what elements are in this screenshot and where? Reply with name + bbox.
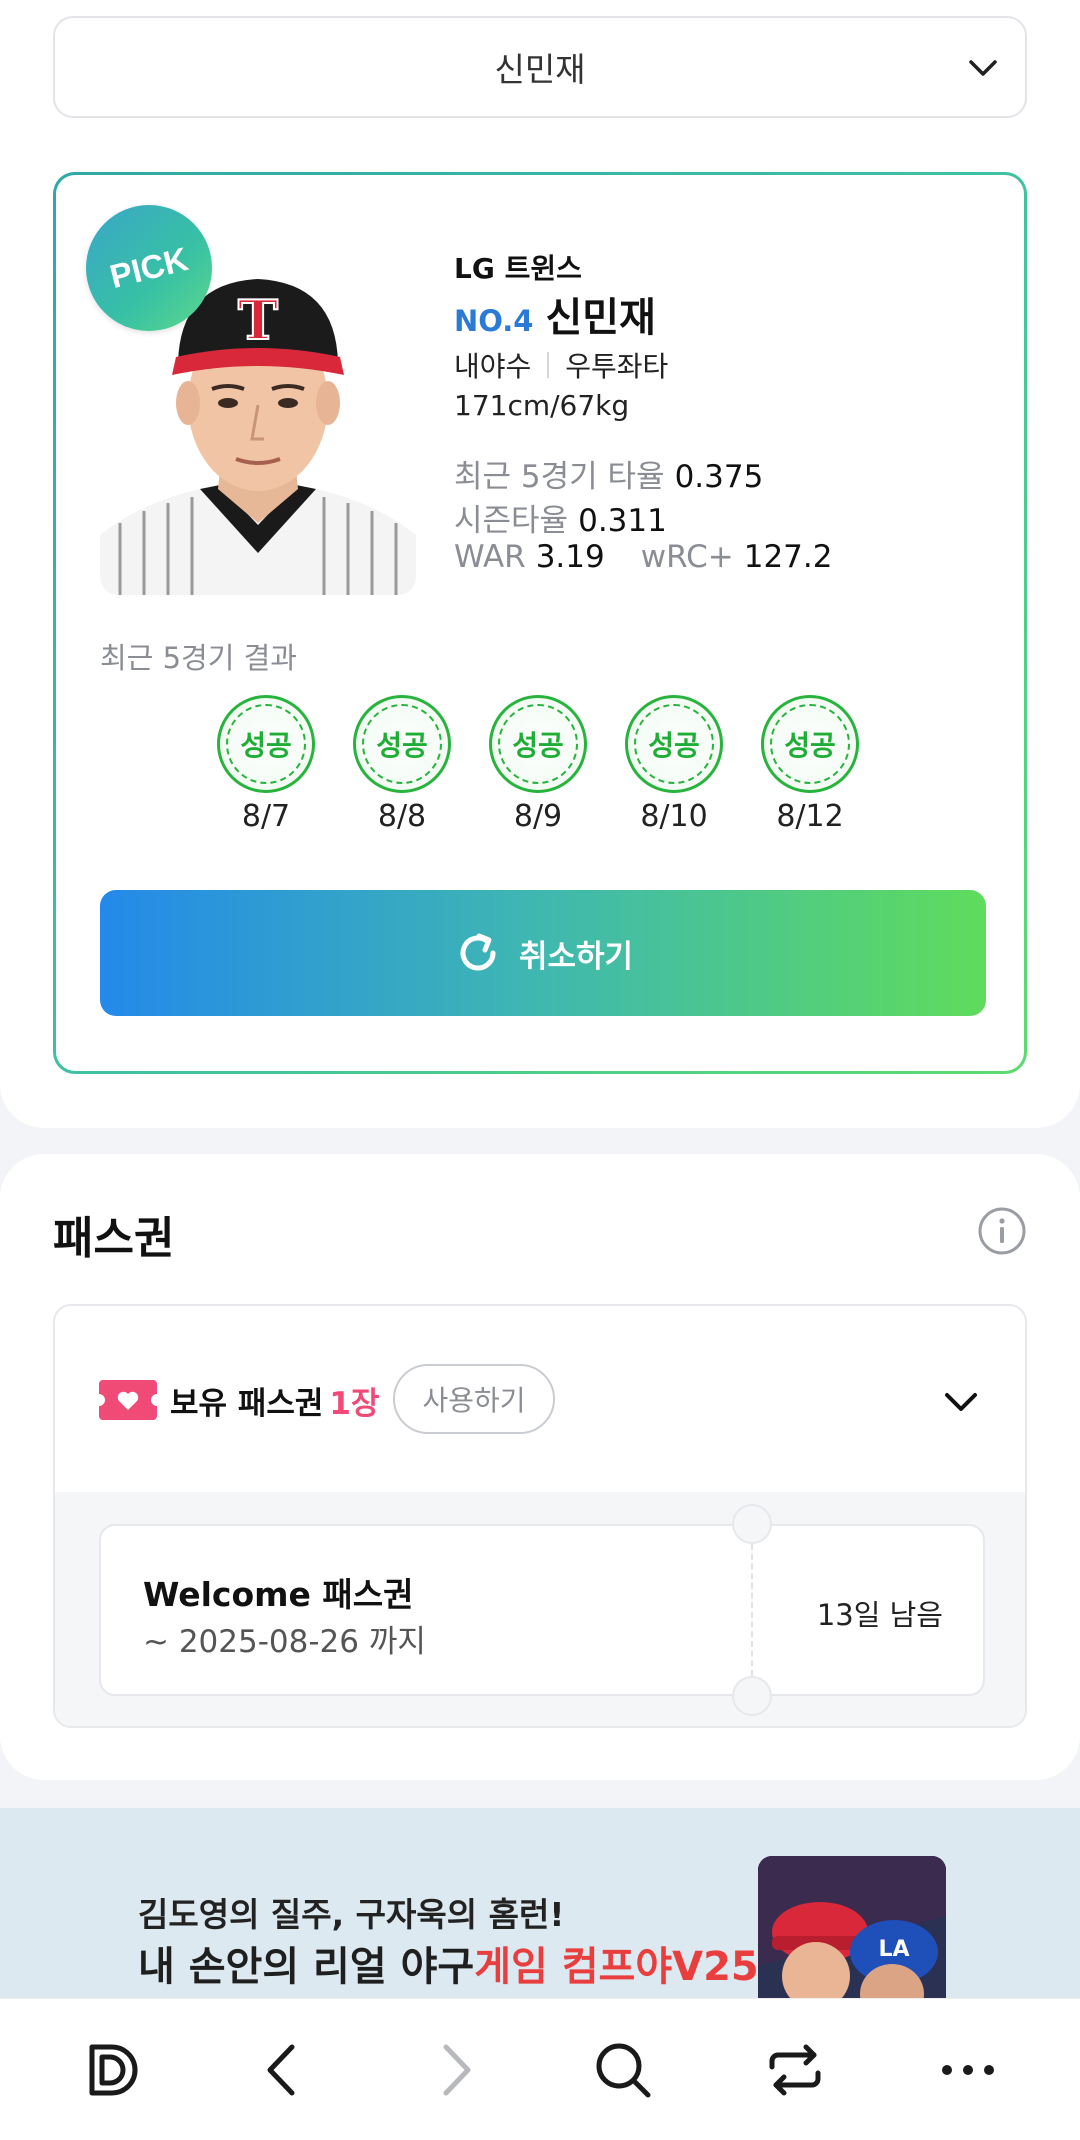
svg-text:T: T: [238, 288, 278, 352]
d-logo-icon[interactable]: [82, 2037, 148, 2103]
player-pick-card: T PICK LG 트윈스 NO.4 신민재 내야수 우투좌타 171cm/67…: [53, 172, 1027, 1074]
result-label: 성공: [376, 729, 428, 762]
success-stamp-icon: 성공: [625, 695, 723, 793]
divider: [547, 352, 550, 378]
stat-value: 0.375: [674, 459, 764, 495]
ticket-name: Welcome 패스권: [143, 1575, 414, 1614]
recent-results-title: 최근 5경기 결과: [100, 641, 297, 675]
svg-text:LA: LA: [878, 1937, 909, 1962]
pick-badge: PICK: [86, 205, 212, 331]
recent-results-list: 성공 8/7 성공 8/8 성공 8/9 성공 8/10 성공 8/12: [216, 695, 859, 845]
result-item: 성공 8/9: [488, 695, 588, 834]
use-pass-button[interactable]: 사용하기: [393, 1364, 555, 1434]
pass-header[interactable]: 보유 패스권 1장 사용하기: [55, 1306, 1025, 1492]
ad-banner[interactable]: 김도영의 질주, 구자욱의 홈런! 내 손안의 리얼 야구게임 컴프야V25 L…: [0, 1808, 1080, 1998]
result-date: 8/10: [640, 799, 708, 834]
stat-label: 최근 5경기 타율: [454, 459, 665, 495]
success-stamp-icon: 성공: [489, 695, 587, 793]
success-stamp-icon: 성공: [217, 695, 315, 793]
stat-war-wrc: WAR 3.19 wRC+ 127.2: [454, 539, 832, 575]
back-icon[interactable]: [250, 2037, 316, 2103]
ticket-notch: [732, 1676, 772, 1716]
player-name: 신민재: [545, 295, 656, 341]
forward-icon[interactable]: [422, 2037, 488, 2103]
stat-season-avg: 시즌타율 0.311: [454, 495, 667, 540]
pass-ticket[interactable]: Welcome 패스권 ~ 2025-08-26 까지 13일 남음: [99, 1504, 985, 1716]
result-label: 성공: [784, 729, 836, 762]
result-item: 성공 8/10: [624, 695, 724, 834]
banner-line2: 내 손안의 리얼 야구게임 컴프야V25: [138, 1934, 759, 1992]
stat-value: 0.311: [578, 503, 667, 539]
pass-section: 패스권 보유 패스권 1장 사용하기 Welcome 패스권 ~ 2025-08…: [0, 1154, 1080, 1780]
player-bats-throws: 우투좌타: [565, 350, 669, 383]
owned-pass-label: 보유 패스권: [170, 1386, 324, 1422]
banner-line2-prefix: 내 손안의 리얼 야구: [138, 1944, 475, 1990]
result-item: 성공 8/12: [760, 695, 860, 834]
ticket-heart-icon: [99, 1380, 157, 1420]
player-number: NO.4: [454, 304, 534, 338]
player-number-name: NO.4 신민재: [454, 285, 656, 343]
banner-line2-highlight: 게임 컴프야V25: [474, 1944, 759, 1990]
result-label: 성공: [240, 729, 292, 762]
position-row: 내야수 우투좌타: [454, 345, 668, 385]
info-icon[interactable]: [977, 1206, 1027, 1256]
result-item: 성공 8/7: [216, 695, 316, 834]
cancel-button[interactable]: 취소하기: [100, 890, 986, 1016]
pass-title: 패스권: [53, 1213, 175, 1264]
stat-label: WAR: [454, 539, 526, 575]
search-icon[interactable]: [590, 2037, 656, 2103]
result-date: 8/9: [513, 799, 563, 834]
chevron-down-icon[interactable]: [939, 1380, 983, 1424]
ticket-notch: [732, 1504, 772, 1544]
success-stamp-icon: 성공: [353, 695, 451, 793]
player-body-size: 171cm/67kg: [454, 389, 630, 422]
result-date: 8/7: [241, 799, 291, 834]
player-select-dropdown[interactable]: 신민재: [53, 16, 1027, 118]
stat-value: 3.19: [535, 539, 605, 575]
top-section: 신민재 T PICK LG 트윈스 NO.4 신민재 내야수 우투좌타 171c…: [0, 0, 1080, 1128]
pass-list: Welcome 패스권 ~ 2025-08-26 까지 13일 남음: [55, 1492, 1025, 1726]
player-position: 내야수: [454, 350, 532, 383]
owned-pass-count: 1장: [329, 1386, 380, 1422]
stat-label: wRC+: [640, 539, 734, 575]
result-date: 8/8: [377, 799, 427, 834]
banner-image: LA: [758, 1856, 946, 1998]
cancel-button-label: 취소하기: [518, 938, 634, 975]
share-icon[interactable]: [762, 2037, 828, 2103]
ticket-divider: [751, 1544, 753, 1676]
bottom-nav: [0, 1998, 1080, 2140]
player-select-value: 신민재: [494, 50, 586, 89]
success-stamp-icon: 성공: [761, 695, 859, 793]
result-label: 성공: [648, 729, 700, 762]
refresh-icon: [460, 933, 496, 971]
team-name: LG 트윈스: [454, 252, 582, 285]
pass-box: 보유 패스권 1장 사용하기 Welcome 패스권 ~ 2025-08-26 …: [53, 1304, 1027, 1728]
chevron-down-icon: [969, 60, 997, 76]
more-icon[interactable]: [935, 2037, 1001, 2103]
owned-pass: 보유 패스권 1장: [170, 1378, 380, 1423]
ticket-expire: ~ 2025-08-26 까지: [143, 1624, 426, 1660]
stat-label: 시즌타율: [454, 503, 569, 539]
result-item: 성공 8/8: [352, 695, 452, 834]
banner-line1: 김도영의 질주, 구자욱의 홈런!: [138, 1895, 565, 1934]
stat-value: 127.2: [743, 539, 833, 575]
result-label: 성공: [512, 729, 564, 762]
ticket-remaining: 13일 남음: [816, 1598, 943, 1632]
result-date: 8/12: [776, 799, 844, 834]
stat-recent5-avg: 최근 5경기 타율 0.375: [454, 451, 763, 496]
